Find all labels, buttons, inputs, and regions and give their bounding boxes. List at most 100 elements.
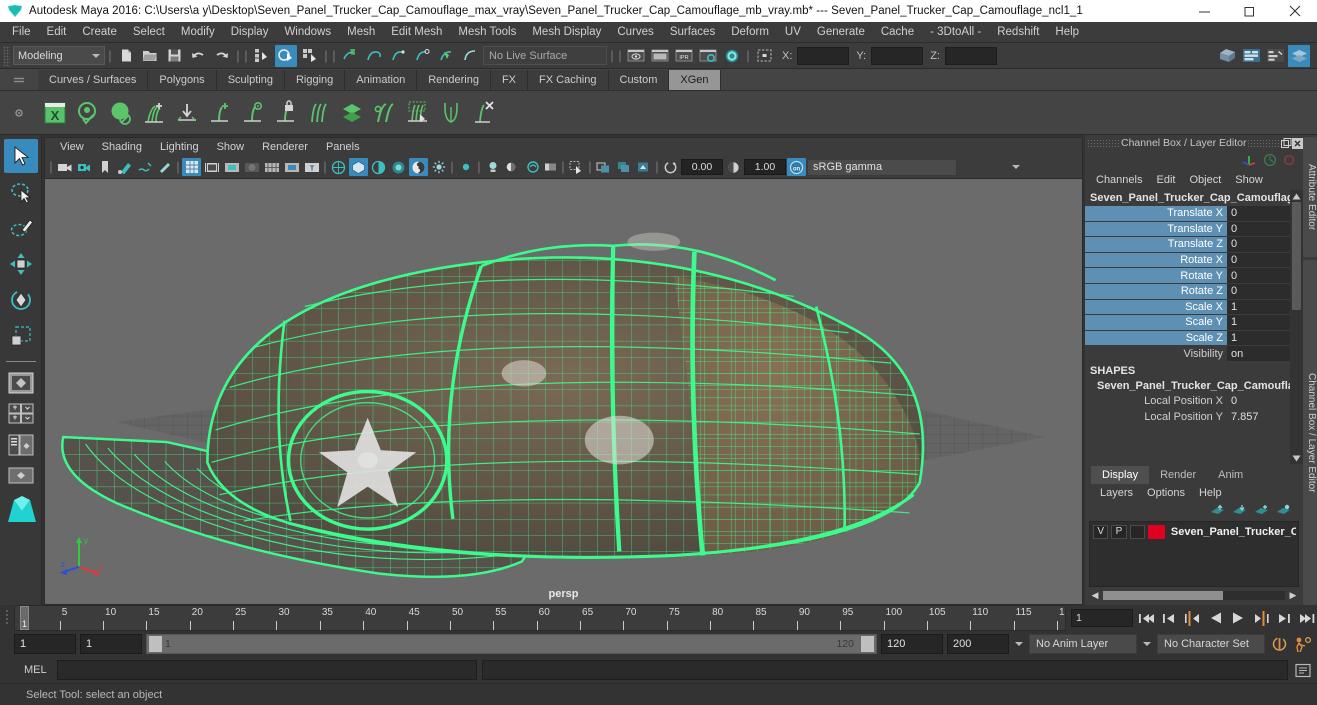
make-live-icon[interactable]	[459, 45, 481, 67]
panel-drag-handle[interactable]	[1087, 139, 1121, 148]
new-scene-icon[interactable]	[115, 45, 137, 67]
live-surface-field[interactable]: No Live Surface	[483, 46, 607, 65]
snap-to-curve-icon[interactable]	[363, 45, 385, 67]
use-default-material-icon[interactable]	[429, 158, 448, 176]
ipr-render-icon[interactable]: IPR	[673, 45, 695, 67]
select-by-hierarchy-icon[interactable]	[251, 45, 273, 67]
rotate-tool[interactable]	[4, 283, 38, 317]
channel-row-scale-z[interactable]: Scale Z 1	[1085, 331, 1290, 347]
step-back-keyframe-icon[interactable]	[1159, 608, 1179, 628]
shelf-gear-icon[interactable]	[0, 91, 38, 134]
go-to-end-icon[interactable]	[1297, 608, 1317, 628]
layer-visibility-toggle[interactable]: V	[1093, 525, 1108, 539]
panel-drag-handle-right[interactable]	[1247, 139, 1281, 148]
color-management-toggle[interactable]: on	[787, 158, 806, 176]
xgen-clump-icon[interactable]	[434, 95, 467, 131]
channel-box-tab[interactable]: Channel Box / Layer Editor	[1303, 260, 1317, 605]
gate-mask-icon[interactable]	[242, 158, 261, 176]
scroll-down-icon[interactable]	[1291, 452, 1302, 464]
save-scene-icon[interactable]	[163, 45, 185, 67]
manipulator-icon[interactable]	[1263, 153, 1277, 170]
menu-deform[interactable]: Deform	[723, 22, 777, 43]
play-backwards-icon[interactable]	[1205, 608, 1225, 628]
channel-row-translate-y[interactable]: Translate Y 0	[1085, 222, 1290, 238]
show-hide-attribute-editor-icon[interactable]	[1240, 45, 1262, 67]
channel-value[interactable]: 7.857	[1227, 410, 1290, 426]
layer-color-swatch[interactable]	[1148, 525, 1165, 539]
layer-row[interactable]: V P Seven_Panel_Trucker_Cap	[1090, 522, 1298, 539]
channel-value[interactable]: 0	[1227, 394, 1290, 410]
four-view-layout-icon[interactable]	[6, 400, 36, 428]
shelf-tab-rigging[interactable]: Rigging	[285, 70, 345, 90]
open-render-view-icon[interactable]	[649, 45, 671, 67]
channel-row-local-position-y[interactable]: Local Position Y 7.857	[1085, 410, 1290, 426]
layer-menu-options[interactable]: Options	[1140, 484, 1192, 502]
show-hide-channel-box-icon[interactable]	[1288, 45, 1310, 67]
render-current-frame-icon[interactable]	[625, 45, 647, 67]
xgen-add-point-icon[interactable]	[203, 95, 236, 131]
cb-menu-object[interactable]: Object	[1182, 171, 1228, 190]
scroll-right-icon[interactable]: ▶	[1287, 590, 1299, 601]
camera-attributes-icon[interactable]	[55, 158, 74, 176]
channel-row-rotate-y[interactable]: Rotate Y 0	[1085, 268, 1290, 284]
menu-cache[interactable]: Cache	[873, 22, 922, 43]
xgen-create-description-icon[interactable]	[71, 95, 104, 131]
maximize-icon[interactable]	[1227, 0, 1272, 22]
shelf-tab-fx-caching[interactable]: FX Caching	[528, 70, 608, 90]
menu-edit[interactable]: Edit	[39, 22, 75, 43]
menu-3dtoall[interactable]: - 3DtoAll -	[922, 22, 989, 43]
channel-value[interactable]: 1	[1227, 300, 1290, 316]
cb-menu-show[interactable]: Show	[1228, 171, 1270, 190]
chevron-down-icon[interactable]	[1006, 158, 1025, 176]
lasso-select-tool[interactable]	[4, 175, 38, 209]
move-layer-down-icon[interactable]	[1232, 504, 1247, 520]
viewport-menu-show[interactable]: Show	[208, 138, 254, 157]
xgen-grooming-icon[interactable]	[368, 95, 401, 131]
range-start-handle[interactable]	[149, 636, 162, 652]
channel-row-rotate-x[interactable]: Rotate X 0	[1085, 253, 1290, 269]
snap-to-grid-icon[interactable]	[339, 45, 361, 67]
channel-value[interactable]: 1	[1227, 315, 1290, 331]
depth-of-field-icon[interactable]	[634, 158, 653, 176]
animation-start-field[interactable]: 1	[14, 634, 76, 654]
redo-icon[interactable]	[211, 45, 233, 67]
new-layer-icon[interactable]	[1254, 504, 1269, 520]
viewport-3d-canvas[interactable]: y x z persp	[44, 178, 1083, 605]
shelf-tab-animation[interactable]: Animation	[345, 70, 417, 90]
animation-end-field[interactable]: 200	[947, 634, 1009, 654]
channel-box-scrollbar[interactable]	[1290, 190, 1303, 464]
exposure-value[interactable]: 0.00	[681, 159, 723, 175]
coord-y-field[interactable]	[871, 47, 923, 65]
layer-horizontal-scrollbar[interactable]: ◀ ▶	[1089, 589, 1299, 602]
go-to-start-icon[interactable]	[1136, 608, 1156, 628]
xgen-lock-guide-icon[interactable]	[269, 95, 302, 131]
select-by-object-icon[interactable]	[275, 45, 297, 67]
shelf-tab-sculpting[interactable]: Sculpting	[217, 70, 285, 90]
channel-row-visibility[interactable]: Visibility on	[1085, 346, 1290, 362]
channel-value[interactable]: on	[1227, 346, 1290, 362]
channel-row-rotate-z[interactable]: Rotate Z 0	[1085, 284, 1290, 300]
tab-display[interactable]: Display	[1091, 466, 1149, 484]
coord-z-field[interactable]	[945, 47, 997, 65]
channel-value[interactable]: 0	[1227, 284, 1290, 300]
open-scene-icon[interactable]	[139, 45, 161, 67]
shelf-tab-rendering[interactable]: Rendering	[417, 70, 491, 90]
film-gate-icon[interactable]	[202, 158, 221, 176]
channel-row-translate-z[interactable]: Translate Z 0	[1085, 237, 1290, 253]
channel-value[interactable]: 0	[1227, 206, 1290, 222]
undock-icon[interactable]	[1281, 137, 1292, 150]
channel-row-local-position-x[interactable]: Local Position X 0	[1085, 394, 1290, 410]
menu-modify[interactable]: Modify	[173, 22, 223, 43]
xgen-place-guide-icon[interactable]	[170, 95, 203, 131]
color-profile-select[interactable]: sRGB gamma	[807, 159, 957, 176]
hypershade-icon[interactable]	[721, 45, 743, 67]
close-icon[interactable]	[1272, 0, 1317, 22]
xray-icon[interactable]	[567, 158, 586, 176]
shelf-tab-polygons[interactable]: Polygons	[148, 70, 216, 90]
minimize-icon[interactable]	[1182, 0, 1227, 22]
new-layer-from-selected-icon[interactable]	[1276, 504, 1291, 520]
layer-type-toggle[interactable]	[1130, 525, 1145, 539]
xray-joints-icon[interactable]	[594, 158, 613, 176]
channel-value[interactable]: 0	[1227, 253, 1290, 269]
chevron-down-icon[interactable]	[1141, 642, 1153, 646]
